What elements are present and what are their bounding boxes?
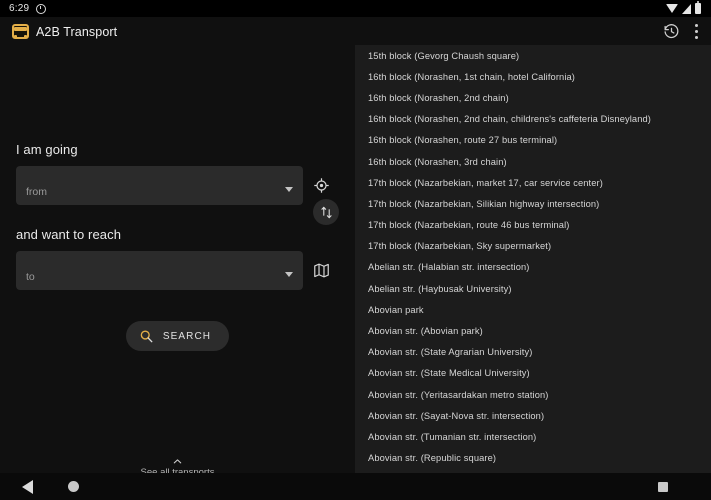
suggestion-item[interactable]: 17th block (Nazarbekian, market 17, car … — [355, 172, 711, 193]
suggestion-item[interactable]: Abovian str. (Yeritasardakan metro stati… — [355, 384, 711, 405]
origin-input[interactable]: from — [16, 166, 303, 205]
origin-label: I am going — [16, 142, 78, 157]
origin-placeholder: from — [26, 186, 47, 198]
suggestion-item[interactable]: Abelian str. (Halabian str. intersection… — [355, 257, 711, 278]
chevron-up-icon — [172, 454, 183, 465]
suggestion-item[interactable]: 16th block (Norashen, 2nd chain, childre… — [355, 109, 711, 130]
recents-icon[interactable] — [658, 481, 668, 492]
suggestion-item[interactable]: Abovian str. (Sayat-Nova str. intersecti… — [355, 405, 711, 426]
suggestion-item[interactable]: Abovian str. (State Agrarian University) — [355, 342, 711, 363]
suggestion-item[interactable]: Abovian park — [355, 299, 711, 320]
bus-icon — [12, 24, 29, 39]
search-icon — [139, 329, 154, 344]
search-wrap: SEARCH — [16, 321, 339, 351]
history-icon[interactable] — [663, 23, 680, 40]
open-map-button[interactable] — [303, 251, 339, 290]
swap-vertical-icon — [320, 206, 333, 219]
app-root: 6:29 A2B Transport I am going from and w… — [0, 0, 711, 500]
destination-label: and want to reach — [16, 227, 122, 242]
app-title: A2B Transport — [36, 24, 118, 39]
wifi-icon — [666, 4, 678, 13]
back-icon[interactable] — [22, 479, 33, 494]
status-bar-icons — [666, 1, 705, 14]
home-icon[interactable] — [68, 481, 79, 492]
overflow-menu-icon[interactable] — [694, 24, 698, 39]
suggestion-item[interactable]: Abovian str. (Republic square) — [355, 448, 711, 469]
suggestion-item[interactable]: 15th block (Gevorg Chaush square) — [355, 45, 711, 66]
form-spacer — [16, 205, 339, 227]
app-bar: A2B Transport — [0, 17, 711, 46]
map-icon — [313, 262, 330, 279]
search-button-label: SEARCH — [162, 330, 212, 342]
swap-endpoints-button[interactable] — [313, 199, 339, 225]
origin-row: from — [16, 166, 339, 205]
suggestion-item[interactable]: Abovian str. (Abovian park) — [355, 320, 711, 341]
destination-placeholder: to — [26, 271, 35, 283]
chevron-down-icon[interactable] — [285, 272, 293, 277]
suggestions-list[interactable]: 15th block (Gevorg Chaush square) 16th bl… — [355, 45, 711, 473]
suggestion-item[interactable]: Abelian str. (Haybusak University) — [355, 278, 711, 299]
suggestion-item[interactable]: 16th block (Norashen, 1st chain, hotel C… — [355, 66, 711, 87]
chevron-down-icon[interactable] — [285, 187, 293, 192]
suggestion-item[interactable]: 16th block (Norashen, 2nd chain) — [355, 87, 711, 108]
battery-icon — [695, 1, 701, 14]
suggestion-item[interactable]: Abovian str. (State Medical University) — [355, 363, 711, 384]
app-brand: A2B Transport — [12, 24, 117, 39]
suggestion-item[interactable]: Abovian str. (Tumanian str. intersection… — [355, 426, 711, 447]
system-nav-bar — [0, 473, 711, 500]
status-bar: 6:29 — [0, 0, 711, 17]
suggestion-item[interactable]: 17th block (Nazarbekian, route 46 bus te… — [355, 215, 711, 236]
destination-row: to — [16, 251, 339, 290]
suggestion-item[interactable]: 16th block (Norashen, route 27 bus termi… — [355, 130, 711, 151]
app-bar-actions — [663, 23, 703, 40]
search-button[interactable]: SEARCH — [125, 321, 230, 351]
suggestion-item[interactable]: 17th block (Nazarbekian, Sky supermarket… — [355, 236, 711, 257]
alarm-clock-icon — [36, 3, 47, 14]
status-bar-time: 6:29 — [9, 3, 30, 14]
search-pane: I am going from and want to reach to SEA… — [0, 46, 355, 500]
route-form: I am going from and want to reach to SEA… — [16, 142, 339, 351]
suggestion-item[interactable]: 17th block (Nazarbekian, Silikian highwa… — [355, 193, 711, 214]
destination-input[interactable]: to — [16, 251, 303, 290]
suggestion-item[interactable]: 16th block (Norashen, 3rd chain) — [355, 151, 711, 172]
signal-icon — [682, 3, 691, 14]
my-location-icon — [313, 177, 330, 194]
